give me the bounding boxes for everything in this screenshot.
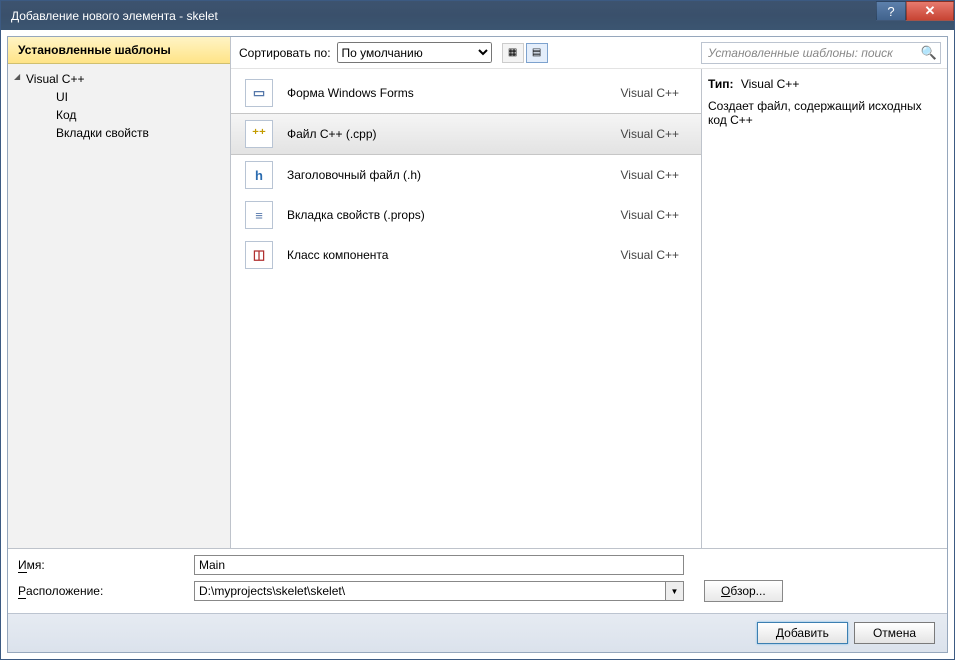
view-medium-icons-button[interactable]: ▤ xyxy=(526,43,548,63)
details-type-label: Тип: xyxy=(708,77,734,91)
template-name: Заголовочный файл (.h) xyxy=(287,168,607,182)
main-area: Сортировать по: По умолчанию ▦ ▤ 🔍 xyxy=(231,37,947,548)
sort-label: Сортировать по: xyxy=(239,46,331,60)
location-label: Расположение: xyxy=(18,584,188,599)
template-name: Вкладка свойств (.props) xyxy=(287,208,607,222)
name-label: Имя: xyxy=(18,558,188,573)
template-tree: Visual C++ UI Код Вкладки свойств xyxy=(8,64,230,548)
tree-child-code[interactable]: Код xyxy=(8,106,230,124)
template-list-pane: ▭ Форма Windows Forms Visual C++ ⁺⁺ Файл… xyxy=(231,69,702,548)
template-item[interactable]: ≡ Вкладка свойств (.props) Visual C++ xyxy=(231,195,701,235)
help-button[interactable]: ? xyxy=(876,1,906,21)
browse-button[interactable]: Обзор... xyxy=(704,580,783,602)
file-cpp-icon: ⁺⁺ xyxy=(245,120,273,148)
tree-child-property-tabs[interactable]: Вкладки свойств xyxy=(8,124,230,142)
template-lang: Visual C++ xyxy=(621,248,687,262)
template-lang: Visual C++ xyxy=(621,208,687,222)
location-input[interactable] xyxy=(194,581,666,601)
search-input[interactable] xyxy=(702,46,918,60)
details-type: Тип: Visual C++ xyxy=(708,77,941,91)
template-item[interactable]: ⁺⁺ Файл C++ (.cpp) Visual C++ xyxy=(231,113,701,155)
window-body: Установленные шаблоны Visual C++ UI Код … xyxy=(7,36,948,653)
dialog-window: Добавление нового элемента - skelet ? ✕ … xyxy=(0,0,955,660)
sort-select-wrap: По умолчанию xyxy=(337,42,492,63)
name-row: Имя: xyxy=(18,555,937,575)
chevron-down-icon[interactable]: ▼ xyxy=(666,581,684,601)
file-props-icon: ≡ xyxy=(245,201,273,229)
toolbar: Сортировать по: По умолчанию ▦ ▤ 🔍 xyxy=(231,37,947,69)
view-mode-buttons: ▦ ▤ xyxy=(502,43,548,63)
close-button[interactable]: ✕ xyxy=(906,1,954,21)
template-item[interactable]: ▭ Форма Windows Forms Visual C++ xyxy=(231,73,701,113)
view-small-icons-button[interactable]: ▦ xyxy=(502,43,524,63)
titlebar[interactable]: Добавление нового элемента - skelet ? ✕ xyxy=(1,1,954,30)
template-lang: Visual C++ xyxy=(621,168,687,182)
template-name: Файл C++ (.cpp) xyxy=(287,127,607,141)
tree-root-visual-cpp[interactable]: Visual C++ xyxy=(8,70,230,88)
sidebar-header: Установленные шаблоны xyxy=(8,37,230,64)
window-title: Добавление нового элемента - skelet xyxy=(11,9,218,23)
name-input[interactable] xyxy=(194,555,684,575)
search-icon[interactable]: 🔍 xyxy=(918,45,940,61)
file-component-icon: ◫ xyxy=(245,241,273,269)
file-form-icon: ▭ xyxy=(245,79,273,107)
template-name: Форма Windows Forms xyxy=(287,86,607,100)
location-combo: ▼ xyxy=(194,581,684,601)
template-lang: Visual C++ xyxy=(621,86,687,100)
location-row: Расположение: ▼ Обзор... xyxy=(18,580,937,602)
template-name: Класс компонента xyxy=(287,248,607,262)
file-h-icon: h xyxy=(245,161,273,189)
template-lang: Visual C++ xyxy=(621,127,687,141)
tree-child-ui[interactable]: UI xyxy=(8,88,230,106)
template-item[interactable]: h Заголовочный файл (.h) Visual C++ xyxy=(231,155,701,195)
details-pane: Тип: Visual C++ Создает файл, содержащий… xyxy=(702,69,947,548)
footer: Добавить Отмена xyxy=(8,613,947,652)
title-controls: ? ✕ xyxy=(876,1,954,21)
upper-pane: Установленные шаблоны Visual C++ UI Код … xyxy=(8,37,947,548)
search-box: 🔍 xyxy=(701,42,941,64)
form-area: Имя: Расположение: ▼ Обзор... xyxy=(8,548,947,613)
sort-select[interactable]: По умолчанию xyxy=(337,42,492,63)
details-description: Создает файл, содержащий исходных код C+… xyxy=(708,99,941,127)
template-list: ▭ Форма Windows Forms Visual C++ ⁺⁺ Файл… xyxy=(231,69,701,548)
sidebar: Установленные шаблоны Visual C++ UI Код … xyxy=(8,37,231,548)
add-button[interactable]: Добавить xyxy=(757,622,848,644)
cancel-button[interactable]: Отмена xyxy=(854,622,935,644)
details-type-value: Visual C++ xyxy=(741,77,799,91)
template-item[interactable]: ◫ Класс компонента Visual C++ xyxy=(231,235,701,275)
